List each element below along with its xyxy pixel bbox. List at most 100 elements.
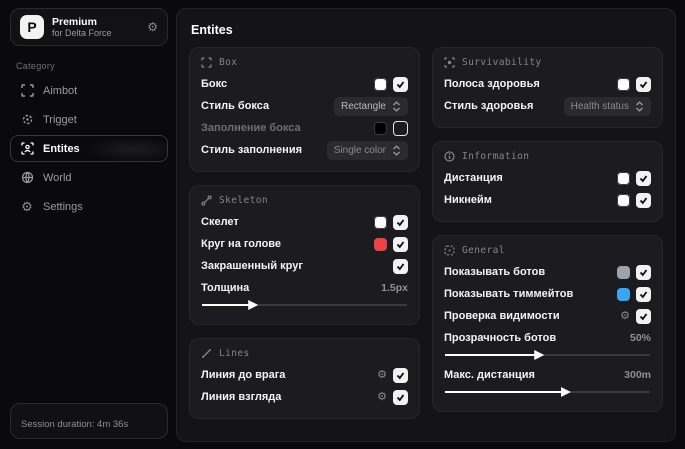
thickness-slider[interactable] [202, 300, 407, 310]
panel-skeleton: Skeleton Скелет Круг на голове Закрашенн… [189, 185, 420, 325]
chevron-up-down-icon [393, 100, 400, 112]
checkbox-nickname[interactable] [636, 192, 651, 208]
setting-row-box-style: Стиль бокса Rectangle [201, 95, 408, 117]
panel-information-header: Information [444, 151, 651, 162]
color-swatch-skeleton[interactable] [374, 215, 387, 229]
box-style-select[interactable]: Rectangle [333, 96, 408, 116]
session-duration: Session duration: 4m 36s [21, 419, 129, 430]
checkbox-visibility-check[interactable] [636, 308, 651, 324]
panel-general-header: General [444, 245, 651, 256]
setting-row-fill-style: Стиль заполнения Single color [201, 139, 408, 161]
color-swatch-head-circle[interactable] [374, 237, 387, 251]
setting-row-box-fill: Заполнение бокса [201, 117, 408, 139]
crosshair-brackets-icon [20, 84, 34, 98]
color-swatch-show-bots[interactable] [617, 265, 630, 279]
sidebar-item-label: Entites [43, 142, 80, 155]
setting-row-visibility-check: Проверка видимости ⚙ [444, 305, 651, 327]
fill-style-select[interactable]: Single color [326, 140, 408, 160]
main-content: Entites Box Бокс Стиль бокса Rectangle З… [176, 8, 676, 442]
checkbox-line-of-sight[interactable] [393, 389, 408, 405]
line-settings-icon[interactable]: ⚙ [377, 391, 387, 403]
color-swatch-health-bar[interactable] [617, 77, 630, 91]
setting-row-show-bots: Показывать ботов [444, 261, 651, 283]
globe-icon [20, 171, 34, 185]
setting-row-health-bar: Полоса здоровья [444, 73, 651, 95]
chevron-up-down-icon [393, 144, 400, 156]
checkbox-box[interactable] [393, 76, 408, 92]
line-settings-icon[interactable]: ⚙ [377, 369, 387, 381]
setting-row-skeleton: Скелет [201, 211, 408, 233]
panel-skeleton-header: Skeleton [201, 195, 408, 206]
slider-thumb[interactable] [560, 387, 571, 397]
sidebar-item-label: World [43, 171, 72, 184]
brand-subtitle: for Delta Force [52, 27, 112, 38]
sidebar-item-label: Trigget [43, 113, 77, 126]
category-label: Category [16, 61, 55, 71]
panel-general: General Показывать ботов Показывать тимм… [432, 235, 663, 412]
panel-lines-header: Lines [201, 348, 408, 359]
panel-lines: Lines Линия до врага ⚙ Линия взгляда ⚙ [189, 338, 420, 419]
setting-row-filled-circle: Закрашенный круг [201, 255, 408, 277]
person-scan-icon [20, 142, 34, 156]
sidebar-item-label: Settings [43, 200, 83, 213]
checkbox-skeleton[interactable] [393, 214, 408, 230]
chevron-up-down-icon [636, 100, 643, 112]
settings-icon[interactable]: ⚙ [147, 21, 158, 33]
dashed-grid-icon [444, 245, 455, 256]
setting-row-health-style: Стиль здоровья Health status [444, 95, 651, 117]
checkbox-show-bots[interactable] [636, 264, 651, 280]
session-card: Session duration: 4m 36s [10, 403, 168, 439]
color-swatch-show-teammates[interactable] [617, 287, 630, 301]
bots-opacity-slider[interactable] [445, 350, 650, 360]
visibility-settings-icon[interactable]: ⚙ [620, 310, 630, 322]
panel-box: Box Бокс Стиль бокса Rectangle Заполнени… [189, 47, 420, 172]
checkbox-head-circle[interactable] [393, 236, 408, 252]
sidebar-item-settings[interactable]: ⚙ Settings [10, 193, 168, 220]
heart-scan-icon [444, 57, 455, 68]
color-swatch-nickname[interactable] [617, 193, 630, 207]
max-distance-slider[interactable] [445, 387, 650, 397]
checkbox-distance[interactable] [636, 170, 651, 186]
setting-row-distance: Дистанция [444, 167, 651, 189]
brand-card: P Premium for Delta Force ⚙ [10, 8, 168, 46]
diagonal-line-icon [202, 349, 211, 358]
slider-thumb[interactable] [248, 300, 259, 310]
setting-row-box: Бокс [201, 73, 408, 95]
panel-information: Information Дистанция Никнейм [432, 141, 663, 222]
sidebar-item-label: Aimbot [43, 84, 78, 97]
setting-row-show-teammates: Показывать тиммейтов [444, 283, 651, 305]
sidebar: P Premium for Delta Force ⚙ Category Aim… [0, 0, 176, 449]
brand-text: Premium for Delta Force [52, 16, 139, 38]
brand-title: Premium [52, 15, 97, 28]
checkbox-health-bar[interactable] [636, 76, 651, 92]
info-icon [444, 151, 455, 162]
panel-survivability: Survivability Полоса здоровья Стиль здор… [432, 47, 663, 128]
checkbox-show-teammates[interactable] [636, 286, 651, 302]
sidebar-item-trigget[interactable]: Trigget [10, 106, 168, 133]
panel-survivability-header: Survivability [444, 57, 651, 68]
checkbox-line-to-enemy[interactable] [393, 367, 408, 383]
color-swatch-box-fill[interactable] [374, 121, 387, 135]
panel-box-header: Box [201, 57, 408, 68]
setting-row-bots-opacity: Прозрачность ботов 50% [444, 332, 651, 344]
sidebar-item-aimbot[interactable]: Aimbot [10, 77, 168, 104]
thickness-value: 1.5px [381, 282, 408, 294]
color-swatch-box[interactable] [374, 77, 387, 91]
box-brackets-icon [201, 57, 212, 68]
app-logo: P [20, 15, 44, 39]
checkbox-box-fill[interactable] [393, 120, 408, 136]
slider-thumb[interactable] [534, 350, 545, 360]
sidebar-item-world[interactable]: World [10, 164, 168, 191]
max-distance-value: 300m [624, 369, 651, 381]
bone-icon [201, 195, 212, 206]
sidebar-nav: Aimbot Trigget Entites World ⚙ Settings [10, 77, 168, 220]
setting-row-line-of-sight: Линия взгляда ⚙ [201, 386, 408, 408]
setting-row-line-to-enemy: Линия до врага ⚙ [201, 364, 408, 386]
page-title: Entites [191, 23, 233, 37]
color-swatch-distance[interactable] [617, 171, 630, 185]
checkbox-filled-circle[interactable] [393, 258, 408, 274]
sidebar-item-entites[interactable]: Entites [10, 135, 168, 162]
bots-opacity-value: 50% [629, 332, 651, 344]
crosshair-dot-icon [20, 113, 34, 127]
health-style-select[interactable]: Health status [563, 96, 651, 116]
